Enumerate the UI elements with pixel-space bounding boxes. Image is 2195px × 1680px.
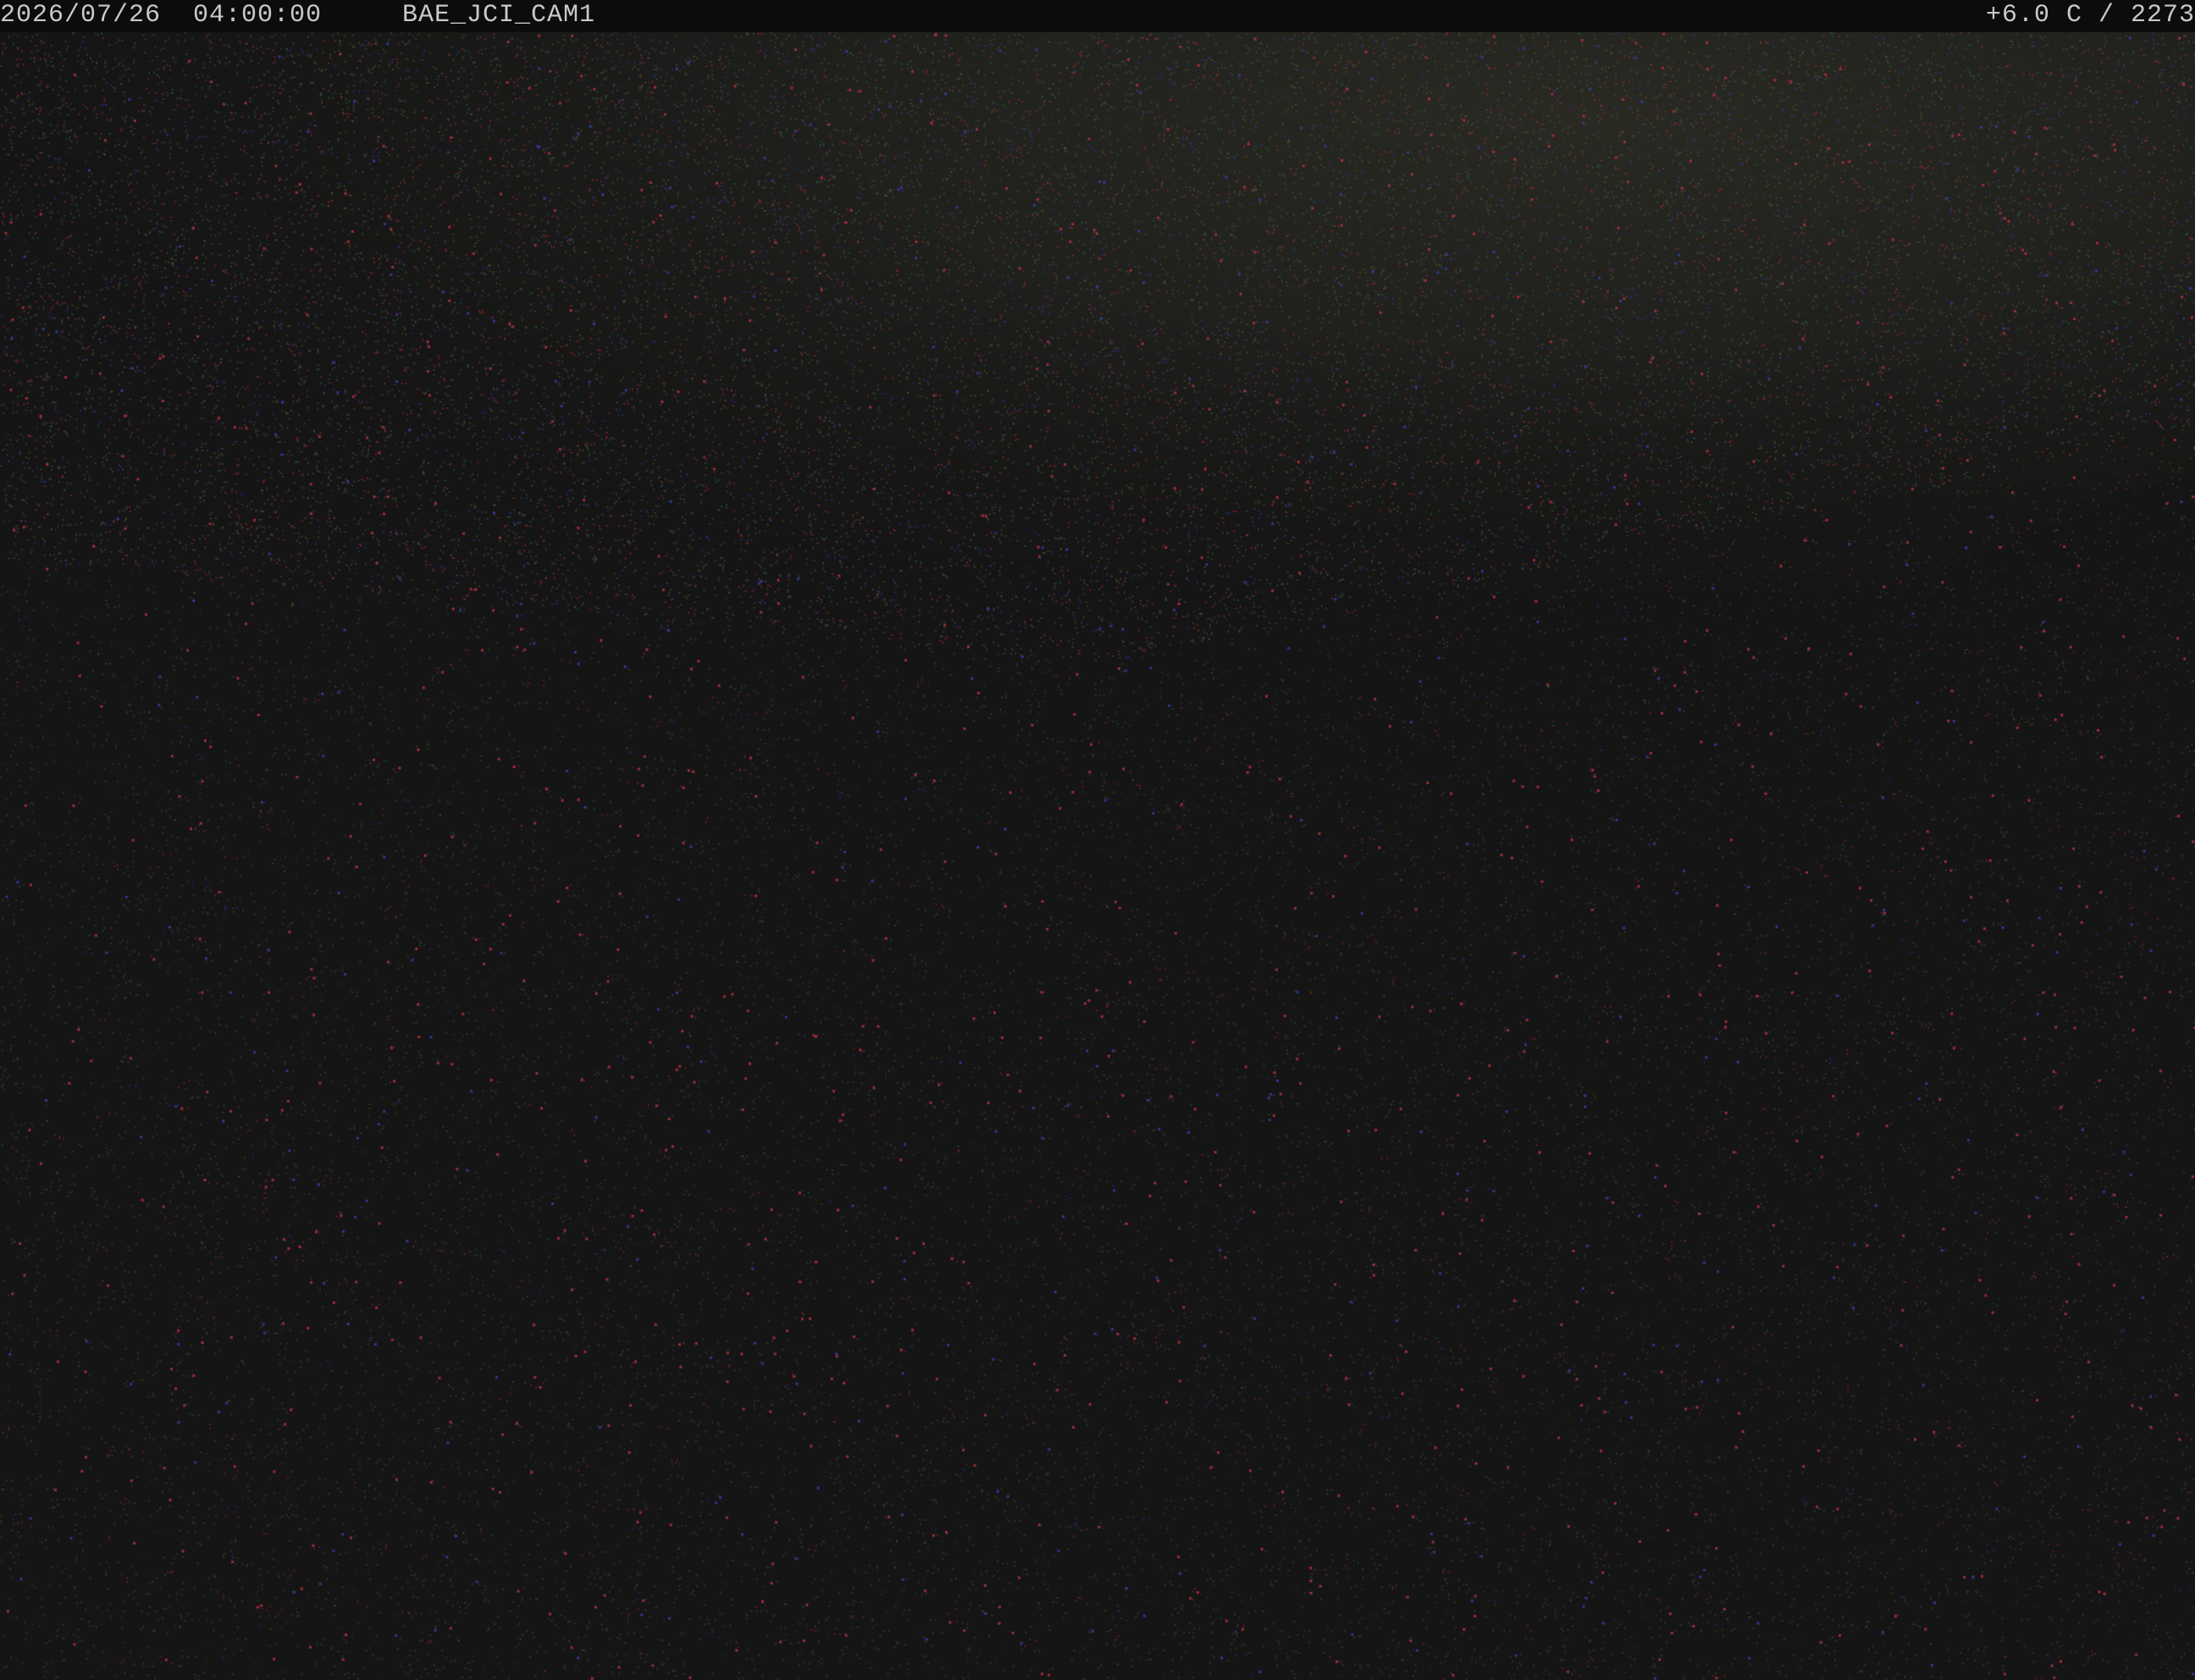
- sensor-noise-layer: [0, 32, 2195, 1680]
- webcam-frame: 2026/07/26 04:00:00 BAE_JCI_CAM1 +6.0 C …: [0, 0, 2195, 1680]
- camera-id-label: BAE_JCI_CAM1: [402, 1, 596, 30]
- timestamp-label: 2026/07/26 04:00:00: [0, 1, 323, 30]
- osd-overlay-bar: 2026/07/26 04:00:00 BAE_JCI_CAM1 +6.0 C …: [0, 0, 2195, 32]
- temperature-label: +6.0 C / 2273: [1985, 1, 2195, 30]
